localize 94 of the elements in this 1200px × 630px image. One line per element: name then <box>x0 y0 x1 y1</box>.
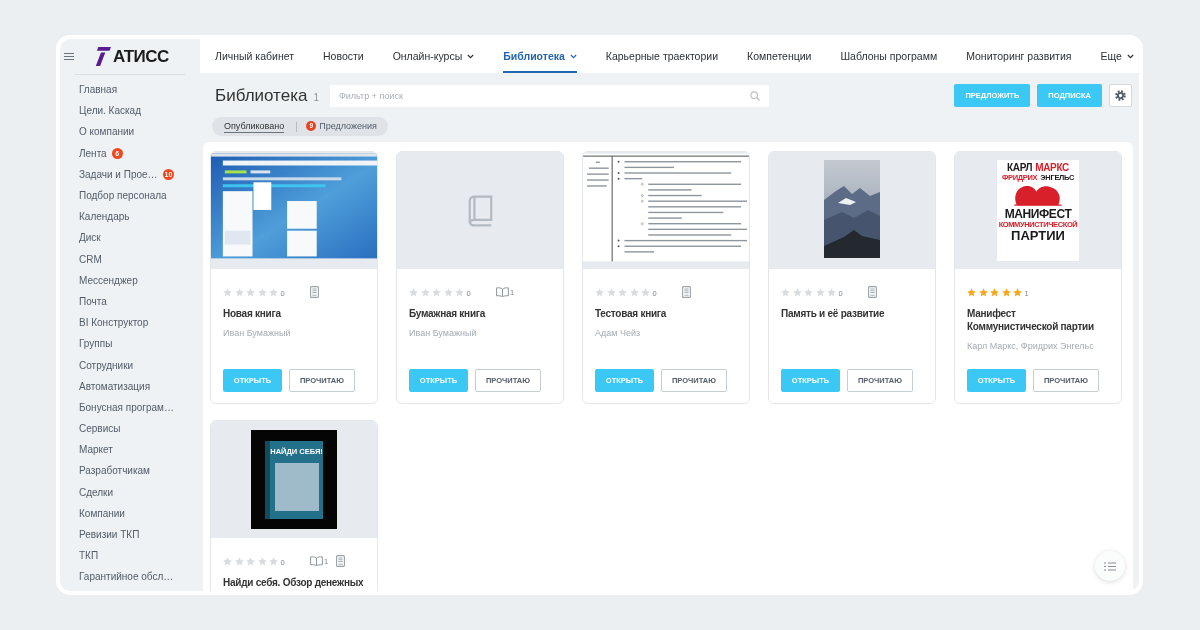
nav-tab[interactable]: Шаблоны программ <box>840 39 938 73</box>
sidebar-item[interactable]: CRM <box>60 248 200 270</box>
sidebar-item[interactable]: Сотрудники <box>60 354 200 376</box>
cover-text: КАРЛ <box>1006 163 1033 173</box>
document-icon <box>868 286 877 298</box>
nav-tab[interactable]: Библиотека <box>503 39 577 73</box>
star-icon <box>257 556 267 566</box>
sidebar-item[interactable]: Бонусная програм… <box>60 396 200 418</box>
sidebar-item[interactable]: BI Конструктор <box>60 312 200 334</box>
star-icon <box>804 287 814 297</box>
document-icon <box>310 286 319 298</box>
filter-tab[interactable]: Опубликовано <box>224 120 285 133</box>
logo-mark-icon <box>95 47 111 66</box>
nav-tab[interactable]: Онлайн-курсы <box>392 39 475 73</box>
book-title: Тестовая книга <box>595 307 668 320</box>
sidebar-item[interactable]: Главная <box>60 79 200 101</box>
book-title: Манифест Коммунистической партии <box>967 307 1095 333</box>
star-icon <box>629 287 639 297</box>
star-icon <box>234 556 244 566</box>
menu-icon[interactable] <box>64 53 74 60</box>
nav-tab[interactable]: Личный кабинет <box>215 39 294 73</box>
sidebar-item[interactable]: Мессенджер <box>60 269 200 291</box>
search-icon <box>750 90 760 101</box>
star-icon <box>420 287 430 297</box>
item-count: 1 <box>313 92 319 103</box>
book-author: Адам Чейз <box>595 327 642 339</box>
sidebar-item[interactable]: Компании <box>60 502 200 524</box>
document-icon <box>682 286 691 298</box>
book-author: Иван Бумажный <box>223 327 292 339</box>
book-icon <box>466 194 494 227</box>
star-icon <box>641 287 651 297</box>
book-title: Найди себя. Обзор денежных <box>223 576 365 589</box>
sidebar-item[interactable]: Сервисы <box>60 418 200 440</box>
sidebar-item[interactable]: Подбор персонала <box>60 184 200 207</box>
star-icon <box>257 287 267 297</box>
logo-text: АТИСС <box>113 46 169 67</box>
star-icon <box>432 287 442 297</box>
star-icon <box>595 287 604 297</box>
page-title: Библиотека <box>215 85 308 107</box>
star-icon <box>967 287 976 297</box>
star-icon <box>409 287 418 297</box>
star-icon <box>223 556 232 566</box>
star-icon <box>223 287 232 297</box>
nav-tab[interactable]: Мониторинг развития <box>966 39 1072 73</box>
star-icon <box>781 287 790 297</box>
cover-text: МАРКС <box>1035 163 1070 173</box>
star-icon <box>815 287 825 297</box>
settings-button[interactable] <box>1109 84 1132 107</box>
sidebar-item[interactable]: Маркет <box>60 439 200 461</box>
book-title: Память и её развитие <box>781 307 886 320</box>
settings-icon <box>1115 90 1126 101</box>
open-book-icon <box>310 556 323 566</box>
list-icon <box>1104 561 1116 571</box>
star-icon <box>246 287 256 297</box>
cover-text: ПАРТИИ <box>1011 229 1065 242</box>
sidebar-item[interactable]: ТКП <box>60 545 200 567</box>
sidebar-item[interactable]: Ревизии ТКП <box>60 523 200 546</box>
sidebar-item[interactable]: Сделки <box>60 481 200 503</box>
star-icon <box>455 287 465 297</box>
star-icon <box>443 287 453 297</box>
sidebar-item[interactable]: Гарантийное обсл… <box>60 566 200 588</box>
book-title: Бумажная книга <box>409 307 487 320</box>
sidebar-item[interactable]: Разработчикам <box>60 460 200 482</box>
photo-placeholder <box>274 462 319 511</box>
sidebar-item[interactable]: Группы <box>60 333 200 355</box>
document-icon <box>336 555 346 567</box>
sidebar-item[interactable]: Диск <box>60 227 200 249</box>
open-book-icon <box>496 287 509 297</box>
sidebar-item[interactable]: Календарь <box>60 206 200 228</box>
star-icon <box>1001 287 1011 297</box>
cover-text: МАНИФЕСТ <box>1004 207 1072 220</box>
sidebar-item[interactable]: Автоматизация <box>60 375 200 397</box>
star-icon <box>234 287 244 297</box>
nav-tab[interactable]: Еще <box>1100 39 1134 73</box>
star-icon <box>792 287 802 297</box>
nav-tab[interactable]: Новости <box>323 39 364 73</box>
star-icon <box>978 287 988 297</box>
star-icon <box>269 287 279 297</box>
star-icon <box>606 287 616 297</box>
star-icon <box>246 556 256 566</box>
search-field[interactable]: Фильтр + поиск <box>330 84 769 107</box>
nav-tab[interactable]: Карьерные траектории <box>605 39 719 73</box>
star-icon <box>269 556 279 566</box>
star-icon <box>618 287 628 297</box>
sidebar-item[interactable]: Почта <box>60 290 200 313</box>
book-author: Карл Маркс, Фридрих Энгельс <box>967 340 1095 352</box>
book-author: Иван Бумажный <box>409 327 478 339</box>
nav-tab[interactable]: Компетенции <box>747 39 812 73</box>
star-icon <box>1013 287 1023 297</box>
star-icon <box>827 287 837 297</box>
sidebar-item[interactable]: О компании <box>60 121 200 143</box>
star-icon <box>990 287 1000 297</box>
sidebar-item[interactable]: Цели. Каскад <box>60 100 200 122</box>
book-title: Новая книга <box>223 307 282 320</box>
